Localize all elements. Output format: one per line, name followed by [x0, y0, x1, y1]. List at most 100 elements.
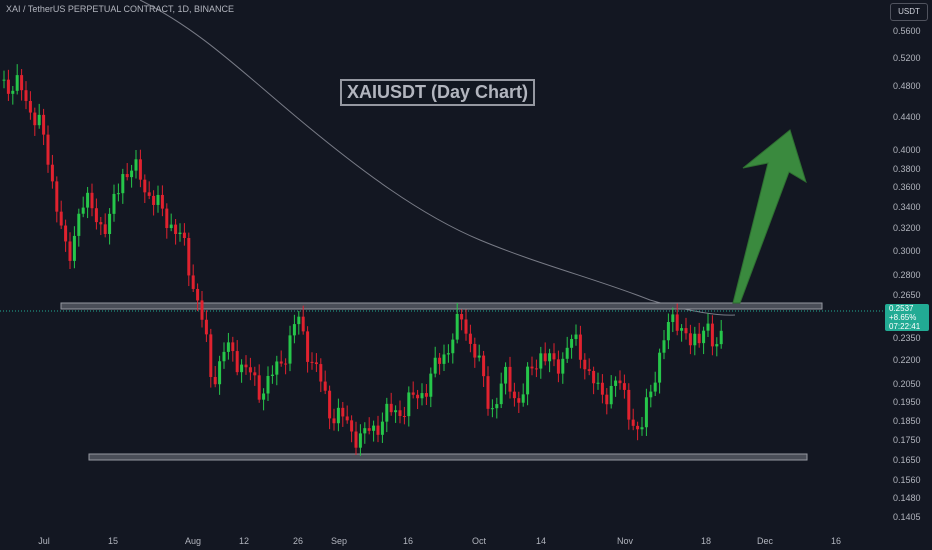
candle-body — [543, 353, 547, 362]
candle-body — [363, 428, 367, 434]
currency-badge[interactable]: USDT — [890, 3, 928, 21]
time-tick-label: 18 — [700, 536, 712, 546]
candle-body — [592, 370, 596, 384]
time-tick-label: 16 — [830, 536, 842, 546]
price-tick-label: 0.1850 — [893, 416, 921, 426]
price-tick-label: 0.3600 — [893, 182, 921, 192]
candle-body — [240, 364, 244, 373]
price-tick-label: 0.4800 — [893, 81, 921, 91]
candle-body — [636, 425, 640, 430]
price-tick-label: 0.2050 — [893, 379, 921, 389]
candle-body — [86, 192, 90, 208]
candle-body — [658, 352, 662, 383]
candle-body — [297, 316, 301, 325]
candle-body — [68, 241, 72, 261]
time-tick-label: 14 — [535, 536, 547, 546]
candle-body — [438, 357, 442, 364]
candle-body — [99, 222, 103, 225]
candle-body — [495, 404, 499, 409]
candle-body — [411, 392, 415, 395]
candle-body — [191, 275, 195, 289]
candle-body — [627, 389, 631, 420]
candle-body — [328, 390, 332, 419]
candle-body — [499, 383, 503, 405]
candle-body — [631, 419, 635, 426]
time-axis[interactable]: Jul 15 Aug 12 26 Sep 16 Oct 14 Nov 18 Dec 16 — [0, 532, 885, 550]
candle-body — [614, 380, 618, 386]
candle-body — [649, 391, 653, 398]
candle-body — [2, 79, 6, 81]
candle-body — [28, 100, 32, 113]
candle-body — [715, 344, 719, 347]
candle-body — [622, 383, 626, 390]
candle-body — [257, 375, 261, 400]
candle-body — [262, 393, 266, 400]
candle-body — [666, 322, 670, 341]
candle-body — [209, 334, 213, 377]
candle-body — [662, 340, 666, 353]
price-tick-label: 0.1650 — [893, 455, 921, 465]
candle-body — [134, 159, 138, 171]
candle-body — [429, 373, 433, 397]
candle-body — [380, 421, 384, 435]
candle-body — [24, 90, 28, 101]
candle-body — [534, 368, 538, 370]
candle-body — [710, 323, 714, 347]
candle-body — [578, 334, 582, 360]
candle-body — [490, 408, 494, 410]
candle-body — [284, 363, 288, 365]
candle-body — [156, 194, 160, 205]
candle-body — [341, 407, 345, 417]
candle-body — [279, 361, 283, 364]
candle-body — [508, 366, 512, 392]
candle-body — [618, 380, 622, 384]
candle-body — [350, 420, 354, 432]
price-tick-label: 0.1480 — [893, 493, 921, 503]
candle-body — [182, 232, 186, 239]
candle-body — [486, 376, 490, 409]
candle-body — [42, 114, 46, 135]
candle-body — [477, 355, 481, 358]
time-tick-label: 16 — [402, 536, 414, 546]
candle-body — [526, 366, 530, 395]
support-zone[interactable] — [88, 453, 808, 461]
chart-area[interactable]: XAI / TetherUS PERPETUAL CONTRACT, 1D, B… — [0, 0, 885, 532]
candle-body — [147, 192, 151, 196]
candle-body — [226, 342, 230, 352]
price-tick-label: 0.1405 — [893, 512, 921, 522]
candle-body — [336, 407, 340, 424]
candle-body — [94, 208, 98, 223]
candle-body — [530, 366, 534, 369]
chart-annotation-label: XAIUSDT (Day Chart) — [340, 79, 536, 106]
candle-body — [125, 174, 129, 178]
candle-body — [213, 376, 217, 385]
time-tick-label: 26 — [292, 536, 304, 546]
candle-body — [121, 174, 125, 194]
price-tick-label: 0.2200 — [893, 355, 921, 365]
candle-body — [6, 79, 10, 94]
price-tick-label: 0.2350 — [893, 333, 921, 343]
time-tick-label: Dec — [756, 536, 774, 546]
candle-body — [583, 359, 587, 370]
candle-body — [596, 382, 600, 384]
candle-body — [402, 416, 406, 418]
price-axis[interactable]: USDT 0.5600 0.5200 0.4800 0.4400 0.4000 0.380… — [885, 0, 932, 532]
candle-body — [55, 181, 59, 212]
candle-body — [644, 397, 648, 428]
candle-body — [376, 425, 380, 435]
candle-body — [600, 382, 604, 395]
candle-body — [152, 195, 156, 205]
candle-body — [512, 391, 516, 399]
time-tick-label: Aug — [184, 536, 202, 546]
bullish-arrow-icon — [732, 129, 807, 304]
candle-body — [398, 410, 402, 417]
resistance-zone[interactable] — [60, 302, 823, 310]
candle-body — [693, 333, 697, 346]
candle-body — [473, 343, 477, 358]
candle-body — [653, 382, 657, 392]
candle-body — [288, 335, 292, 364]
candle-body — [552, 353, 556, 360]
candle-body — [275, 361, 279, 375]
price-tick-label: 0.1750 — [893, 435, 921, 445]
price-tick-label: 0.2650 — [893, 290, 921, 300]
